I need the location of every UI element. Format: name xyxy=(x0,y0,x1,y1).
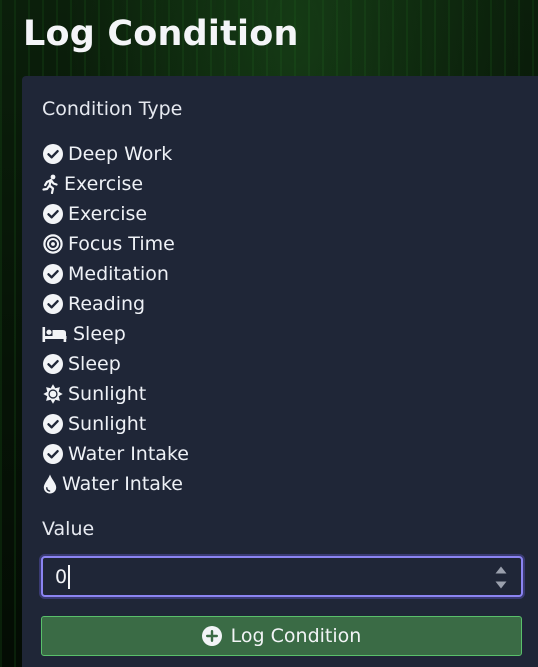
text-caret xyxy=(68,565,70,589)
condition-type-label: Deep Work xyxy=(68,143,173,165)
log-condition-button-label: Log Condition xyxy=(230,625,362,647)
plus-circle-icon xyxy=(201,626,222,646)
bed-icon xyxy=(42,324,67,345)
check-circle-icon xyxy=(42,294,63,315)
caret-up-icon xyxy=(495,566,507,573)
condition-type-label: Sleep xyxy=(73,323,126,345)
condition-type-label: Water Intake xyxy=(62,473,183,495)
increment-button[interactable] xyxy=(494,563,508,576)
condition-type-label: Condition Type xyxy=(42,98,183,120)
decrement-button[interactable] xyxy=(494,578,508,591)
condition-type-option[interactable]: Reading xyxy=(42,289,189,319)
target-icon xyxy=(42,234,63,255)
check-circle-icon xyxy=(42,354,63,375)
sun-icon xyxy=(42,384,63,405)
caret-down-icon xyxy=(495,581,507,588)
condition-type-label: Focus Time xyxy=(68,233,175,255)
check-circle-icon xyxy=(42,144,63,165)
condition-type-label: Sunlight xyxy=(68,413,147,435)
condition-type-option[interactable]: Deep Work xyxy=(42,139,189,169)
condition-type-list: Deep Work Exercise Exercise Focus Time M… xyxy=(42,139,189,499)
log-condition-button[interactable]: Log Condition xyxy=(41,616,522,656)
check-circle-icon xyxy=(42,444,63,465)
condition-type-option[interactable]: Water Intake xyxy=(42,469,189,499)
page-title: Log Condition xyxy=(23,14,299,54)
condition-type-option[interactable]: Exercise xyxy=(42,199,189,229)
condition-type-option[interactable]: Sleep xyxy=(42,349,189,379)
droplet-icon xyxy=(42,474,57,495)
check-circle-icon xyxy=(42,204,63,225)
condition-type-option[interactable]: Sleep xyxy=(42,319,189,349)
condition-type-label: Exercise xyxy=(68,203,148,225)
condition-type-label: Water Intake xyxy=(68,443,189,465)
condition-type-label: Exercise xyxy=(64,173,144,195)
condition-type-option[interactable]: Water Intake xyxy=(42,439,189,469)
condition-type-option[interactable]: Sunlight xyxy=(42,409,189,439)
check-circle-icon xyxy=(42,264,63,285)
condition-type-label: Meditation xyxy=(68,263,169,285)
log-condition-form: Condition Type Deep Work Exercise Exerci… xyxy=(22,76,538,667)
condition-type-option[interactable]: Exercise xyxy=(42,169,189,199)
running-icon xyxy=(42,174,59,195)
number-stepper xyxy=(493,563,509,591)
check-circle-icon xyxy=(42,414,63,435)
condition-type-option[interactable]: Sunlight xyxy=(42,379,189,409)
value-field xyxy=(41,556,523,597)
condition-type-option[interactable]: Meditation xyxy=(42,259,189,289)
condition-type-label: Sleep xyxy=(68,353,121,375)
condition-type-label: Sunlight xyxy=(68,383,147,405)
condition-type-option[interactable]: Focus Time xyxy=(42,229,189,259)
value-input[interactable] xyxy=(55,558,475,595)
condition-type-label: Reading xyxy=(68,293,146,315)
value-label: Value xyxy=(42,518,95,540)
